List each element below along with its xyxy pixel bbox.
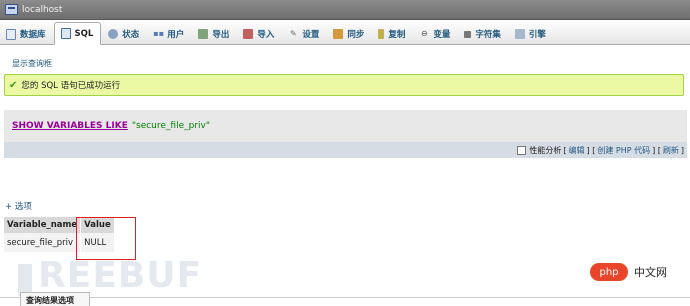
tab-users[interactable]: ▪▪ 用户 (147, 24, 191, 44)
tab-charset[interactable]: 字符集 (458, 24, 508, 44)
sql-icon (60, 28, 71, 39)
sql-query-display: SHOW VARIABLES LIKE "secure_file_priv" (4, 110, 687, 142)
divider (0, 297, 690, 298)
tab-import[interactable]: 导入 (237, 24, 281, 44)
tab-variables[interactable]: ⊖ 变量 (413, 24, 457, 44)
import-icon (243, 29, 254, 39)
tab-databases[interactable]: 数据库 (0, 24, 53, 44)
tab-label: 状态 (122, 30, 140, 40)
php-logo-badge: php (590, 263, 628, 281)
success-message-box: ✔ 您的 SQL 语句已成功运行 (4, 74, 684, 96)
sql-keywords[interactable]: SHOW VARIABLES LIKE (12, 121, 128, 131)
watermark-text: REEBUF (38, 255, 203, 296)
tab-label: 用户 (167, 30, 185, 40)
red-highlight-box (76, 217, 136, 260)
settings-icon: ✎ (289, 29, 297, 38)
tab-sql[interactable]: SQL (53, 22, 102, 45)
php-site-text: 中文网 (634, 266, 667, 279)
bracket-close: ] (680, 145, 684, 155)
column-header-variable-name[interactable]: Variable_name (4, 217, 82, 233)
options-link[interactable]: + 选项 (5, 200, 32, 212)
server-name-link[interactable]: localhost (22, 5, 62, 15)
show-query-box-link[interactable]: 显示查询框 (12, 58, 52, 69)
tab-sync[interactable]: 同步 (327, 24, 371, 44)
tab-label: SQL (74, 28, 94, 39)
engines-icon (514, 29, 525, 39)
tab-label: 同步 (347, 30, 365, 40)
tab-label: 数据库 (20, 30, 46, 40)
success-message: 您的 SQL 语句已成功运行 (21, 81, 121, 91)
tab-settings[interactable]: ✎ 设置 (282, 24, 326, 44)
tab-label: 复制 (388, 30, 406, 40)
charset-icon (464, 30, 472, 38)
profiling-checkbox[interactable] (517, 145, 527, 155)
watermark: REEBUF (18, 255, 202, 296)
create-php-code-link[interactable]: 创建 PHP 代码 (597, 145, 650, 156)
bracket-open: [ (563, 145, 567, 155)
users-icon: ▪▪ (153, 29, 165, 38)
bracket-sep: ] [ (652, 145, 661, 155)
tab-label: 设置 (302, 30, 320, 40)
database-icon (6, 28, 16, 40)
export-icon (198, 29, 209, 39)
status-icon (108, 29, 119, 39)
bracket-sep: ] [ (586, 145, 596, 155)
tab-label: 变量 (433, 30, 451, 40)
table-cell: secure_file_priv (4, 233, 82, 252)
refresh-link[interactable]: 刷新 (663, 145, 679, 156)
tab-label: 引擎 (528, 30, 546, 40)
replicate-icon (378, 29, 385, 39)
tab-export[interactable]: 导出 (192, 24, 236, 44)
tab-label: 导入 (257, 30, 275, 40)
main-tab-bar: 数据库 SQL 状态 ▪▪ 用户 导出 导入 ✎ 设置 同步 复制 ⊖ 变量 字… (0, 20, 690, 45)
edit-link[interactable]: 编辑 (569, 145, 585, 156)
check-icon: ✔ (9, 79, 18, 91)
variables-icon: ⊖ (421, 29, 428, 38)
query-tools-bar: 性能分析 [ 编辑 ] [ 创建 PHP 代码 ] [ 刷新 ] (4, 142, 687, 158)
server-icon (5, 4, 18, 15)
tab-status[interactable]: 状态 (102, 24, 146, 44)
tab-engines[interactable]: 引擎 (509, 24, 553, 44)
tab-label: 字符集 (475, 30, 501, 40)
tab-replication[interactable]: 复制 (372, 24, 412, 44)
profiling-label: 性能分析 (529, 145, 562, 155)
sync-icon (333, 29, 344, 39)
tab-label: 导出 (212, 30, 230, 40)
sql-string: "secure_file_priv" (131, 121, 211, 131)
server-breadcrumb-bar: localhost (0, 0, 690, 20)
